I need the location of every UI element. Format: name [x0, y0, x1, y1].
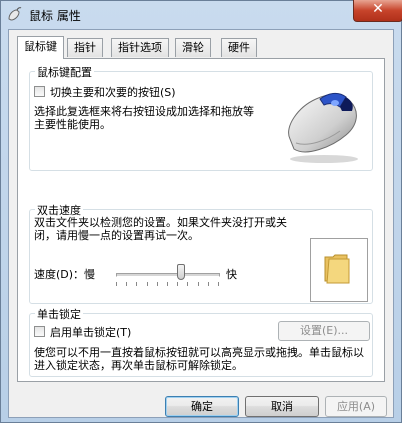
close-icon: ✕	[372, 1, 384, 17]
speed-slider-track[interactable]	[116, 273, 220, 277]
speed-slider-thumb[interactable]	[177, 264, 186, 280]
fast-label: 快	[226, 268, 237, 281]
speed-slider-tick	[197, 282, 199, 286]
speed-slider-tick	[156, 282, 158, 286]
click-lock-title: 单击锁定	[35, 306, 83, 322]
speed-slider-tick	[207, 282, 209, 286]
speed-slider-tick	[116, 282, 117, 286]
folder-icon[interactable]	[323, 253, 351, 285]
click-lock-label[interactable]: 启用单击锁定(T)	[50, 324, 131, 340]
cancel-button[interactable]: 取消	[245, 396, 319, 417]
title-bar[interactable]: 鼠标 属性 ✕	[1, 0, 402, 29]
mouse-properties-window: 鼠标 属性 ✕ 鼠标键 指针 指针选项 滑轮 硬件 鼠标键配置 切换主要和次要的…	[0, 0, 402, 423]
button-config-title: 鼠标键配置	[35, 64, 94, 80]
close-button[interactable]: ✕	[353, 0, 402, 22]
click-lock-checkbox[interactable]	[34, 326, 45, 337]
tab-wheel[interactable]: 滑轮	[175, 38, 211, 57]
speed-slider-tick	[136, 282, 138, 286]
switch-buttons-description: 选择此复选框来将右按钮设成加选择和拖放等主要性能使用。	[34, 105, 254, 131]
switch-buttons-label[interactable]: 切换主要和次要的按钮(S)	[50, 84, 176, 100]
tab-pointer-options[interactable]: 指针选项	[111, 38, 169, 57]
double-click-description: 双击文件夹以检测您的设置。如果文件夹没打开或关闭，请用慢一点的设置再试一次。	[34, 216, 287, 242]
test-area[interactable]	[310, 238, 368, 302]
click-lock-group: 单击锁定 启用单击锁定(T) 设置(E)... 使您可以不用一直按着鼠标按钮就可…	[29, 306, 373, 377]
tab-hardware[interactable]: 硬件	[221, 38, 257, 57]
dialog-body: 鼠标键 指针 指针选项 滑轮 硬件 鼠标键配置 切换主要和次要的按钮(S) 选择…	[8, 29, 394, 418]
window-title: 鼠标 属性	[29, 9, 81, 23]
switch-buttons-checkbox[interactable]	[34, 86, 45, 97]
speed-slider-tick	[126, 282, 128, 286]
speed-slider-tick	[146, 282, 148, 286]
click-lock-settings-button[interactable]: 设置(E)...	[278, 321, 370, 341]
mouse-icon	[8, 7, 22, 21]
button-config-group: 鼠标键配置 切换主要和次要的按钮(S) 选择此复选框来将右按钮设成加选择和拖放等…	[29, 64, 373, 171]
double-click-group: 双击速度 双击文件夹以检测您的设置。如果文件夹没打开或关闭，请用慢一点的设置再试…	[29, 202, 373, 304]
mouse-illustration	[288, 92, 358, 163]
speed-slider-tick	[218, 282, 219, 286]
tab-pointers[interactable]: 指针	[67, 38, 103, 57]
speed-slider-tick	[187, 282, 189, 286]
click-lock-description: 使您可以不用一直按着鼠标按钮就可以高亮显示或拖拽。单击鼠标以进入锁定状态，再次单…	[34, 346, 364, 372]
speed-slider-tick	[177, 282, 179, 286]
speed-slider-tick	[167, 282, 168, 286]
apply-button[interactable]: 应用(A)	[325, 396, 387, 417]
ok-button[interactable]: 确定	[165, 396, 239, 417]
buttons-tab-panel: 鼠标键配置 切换主要和次要的按钮(S) 选择此复选框来将右按钮设成加选择和拖放等…	[17, 58, 385, 382]
tab-buttons[interactable]: 鼠标键	[17, 36, 64, 59]
speed-label: 速度(D)：慢	[34, 268, 96, 281]
